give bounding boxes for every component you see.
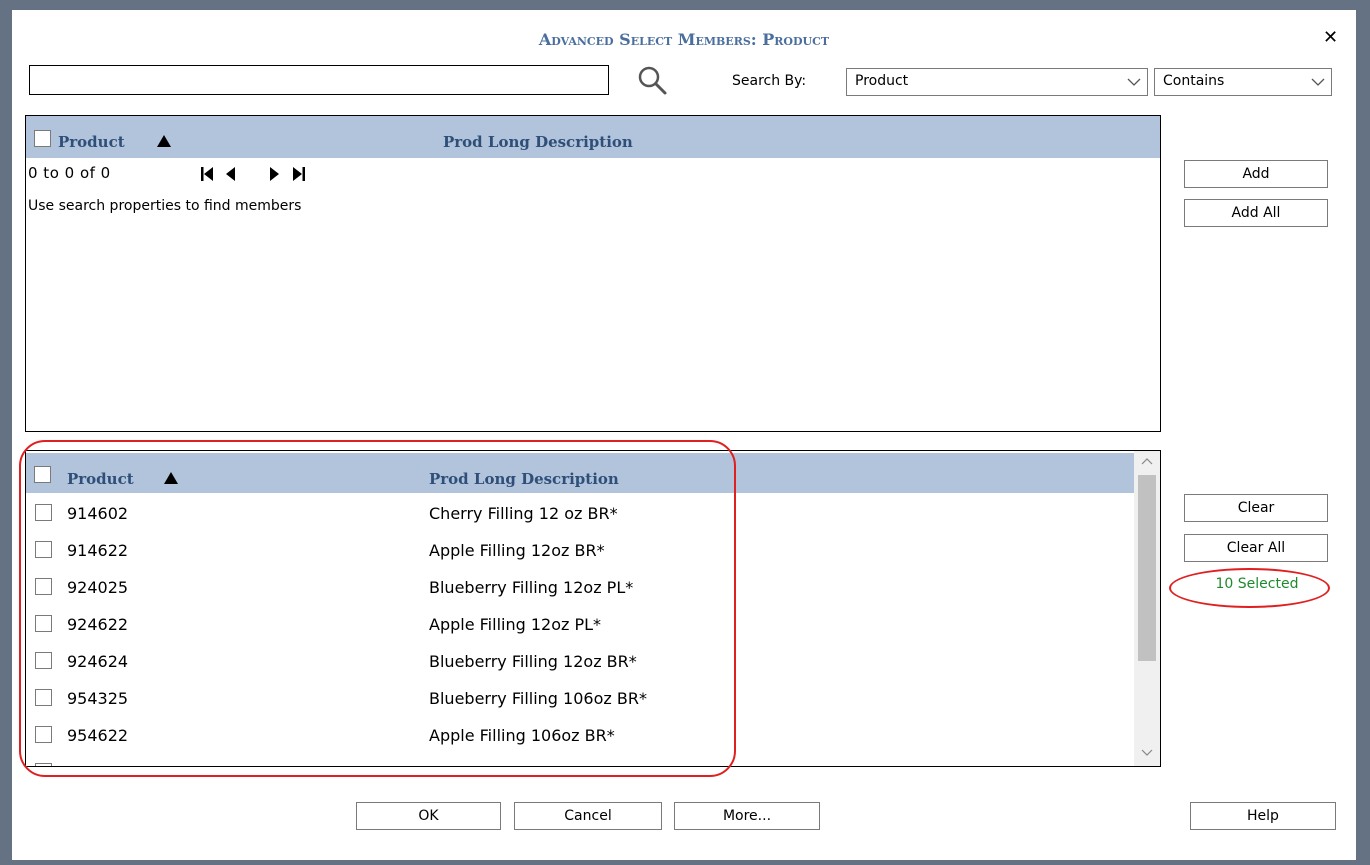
table-row[interactable]: 954622 Apple Filling 106oz BR* (26, 717, 1134, 754)
table-row-partial[interactable] (26, 754, 1134, 766)
dialog-title: Advanced Select Members: Product (538, 30, 830, 49)
chevron-down-icon (1311, 78, 1325, 86)
product-description: Apple Filling 12oz BR* (429, 541, 605, 560)
last-page-icon[interactable] (292, 167, 306, 181)
ok-button[interactable]: OK (356, 802, 501, 830)
chevron-down-icon (1127, 78, 1141, 86)
product-description: Blueberry Filling 12oz PL* (429, 578, 634, 597)
add-all-button[interactable]: Add All (1184, 199, 1328, 227)
product-code: 924624 (67, 652, 129, 671)
row-checkbox[interactable] (35, 652, 52, 669)
search-icon[interactable] (635, 63, 669, 97)
row-checkbox[interactable] (35, 726, 52, 743)
scroll-up-icon[interactable] (1141, 457, 1153, 465)
pager-status: 0 to 0 of 0 (28, 164, 111, 182)
clear-all-button[interactable]: Clear All (1184, 534, 1328, 562)
column-header-product[interactable]: Product (58, 133, 125, 151)
row-checkbox[interactable] (35, 541, 52, 558)
add-button[interactable]: Add (1184, 160, 1328, 188)
column-header-description[interactable]: Prod Long Description (443, 133, 633, 151)
product-description: Blueberry Filling 106oz BR* (429, 689, 647, 708)
scroll-down-icon[interactable] (1141, 749, 1153, 757)
more-button[interactable]: More... (674, 802, 820, 830)
sort-ascending-icon[interactable] (164, 472, 178, 484)
search-by-value: Product (855, 73, 909, 89)
next-page-icon[interactable] (269, 167, 281, 181)
match-mode-value: Contains (1163, 73, 1225, 89)
scroll-thumb[interactable] (1138, 475, 1156, 661)
table-row[interactable]: 924622 Apple Filling 12oz PL* (26, 606, 1134, 643)
selected-count-label: 10 Selected (1215, 576, 1299, 592)
row-checkbox[interactable] (35, 615, 52, 632)
column-header-product[interactable]: Product (67, 470, 134, 488)
match-mode-dropdown[interactable]: Contains (1154, 68, 1332, 96)
search-by-dropdown[interactable]: Product (846, 68, 1148, 96)
advanced-select-dialog: Advanced Select Members: Product ✕ Searc… (12, 10, 1356, 860)
product-description: Blueberry Filling 12oz BR* (429, 652, 637, 671)
product-description: Apple Filling 12oz PL* (429, 615, 602, 634)
row-checkbox[interactable] (35, 763, 52, 766)
previous-page-icon[interactable] (224, 167, 236, 181)
product-description: Apple Filling 106oz BR* (429, 726, 615, 745)
first-page-icon[interactable] (200, 167, 214, 181)
product-code: 914602 (67, 504, 129, 523)
available-members-panel: Product Prod Long Description 0 to 0 of … (25, 115, 1161, 432)
select-all-selected-checkbox[interactable] (34, 466, 51, 483)
product-code: 924622 (67, 615, 129, 634)
search-hint-text: Use search properties to find members (28, 198, 302, 214)
selected-header-row: Product Prod Long Description (26, 453, 1134, 493)
close-icon[interactable]: ✕ (1323, 27, 1338, 48)
table-row[interactable]: 924025 Blueberry Filling 12oz PL* (26, 569, 1134, 606)
search-by-label: Search By: (732, 73, 807, 89)
help-button[interactable]: Help (1190, 802, 1336, 830)
product-code: 954325 (67, 689, 129, 708)
selected-list-scrollbar[interactable] (1134, 451, 1160, 766)
table-row[interactable]: 914602 Cherry Filling 12 oz BR* (26, 495, 1134, 532)
product-description: Cherry Filling 12 oz BR* (429, 504, 618, 523)
selected-members-panel: Product Prod Long Description 914602 Che… (25, 450, 1161, 767)
row-checkbox[interactable] (35, 578, 52, 595)
cancel-button[interactable]: Cancel (514, 802, 662, 830)
product-code: 954622 (67, 726, 129, 745)
table-row[interactable]: 954325 Blueberry Filling 106oz BR* (26, 680, 1134, 717)
clear-button[interactable]: Clear (1184, 494, 1328, 522)
sort-ascending-icon[interactable] (157, 135, 171, 147)
available-header-row: Product Prod Long Description (26, 116, 1160, 158)
product-code: 914622 (67, 541, 129, 560)
search-input[interactable] (29, 65, 609, 95)
row-checkbox[interactable] (35, 504, 52, 521)
select-all-available-checkbox[interactable] (34, 130, 51, 147)
table-row[interactable]: 914622 Apple Filling 12oz BR* (26, 532, 1134, 569)
table-row[interactable]: 924624 Blueberry Filling 12oz BR* (26, 643, 1134, 680)
row-checkbox[interactable] (35, 689, 52, 706)
column-header-description[interactable]: Prod Long Description (429, 470, 619, 488)
product-code: 924025 (67, 578, 129, 597)
